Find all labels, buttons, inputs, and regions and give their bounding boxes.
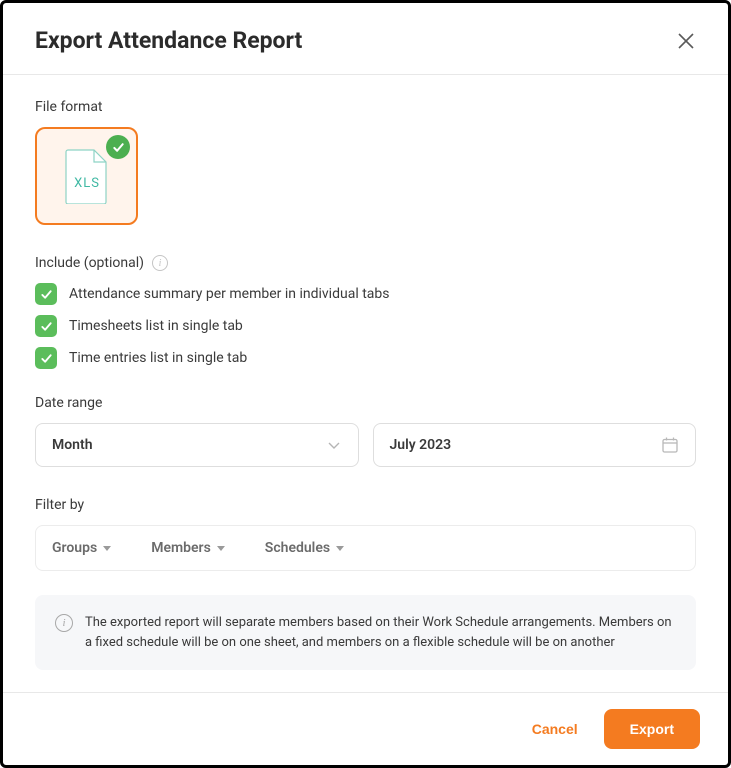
modal-title: Export Attendance Report <box>35 27 302 54</box>
cancel-button[interactable]: Cancel <box>514 711 596 747</box>
include-option-label: Attendance summary per member in individ… <box>69 286 389 302</box>
include-option: Attendance summary per member in individ… <box>35 283 696 305</box>
caret-down-icon <box>103 546 111 551</box>
filter-by-label: Filter by <box>35 497 696 513</box>
filter-groups[interactable]: Groups <box>52 540 111 556</box>
calendar-icon <box>661 436 679 454</box>
checkbox-timesheets[interactable] <box>35 315 57 337</box>
checkbox-time-entries[interactable] <box>35 347 57 369</box>
period-value-picker[interactable]: July 2023 <box>373 423 697 467</box>
export-modal: Export Attendance Report File format XLS <box>0 0 731 768</box>
info-note: i The exported report will separate memb… <box>35 595 696 670</box>
period-type-value: Month <box>52 437 93 453</box>
include-option: Timesheets list in single tab <box>35 315 696 337</box>
modal-footer: Cancel Export <box>3 692 728 765</box>
caret-down-icon <box>336 546 344 551</box>
check-icon <box>40 352 53 365</box>
filter-bar: Groups Members Schedules <box>35 525 696 571</box>
file-format-xls[interactable]: XLS <box>35 127 138 225</box>
period-value: July 2023 <box>390 437 452 453</box>
checkbox-attendance-summary[interactable] <box>35 283 57 305</box>
format-selected-badge <box>106 135 130 159</box>
include-option-label: Time entries list in single tab <box>69 350 247 366</box>
date-range-row: Month July 2023 <box>35 423 696 467</box>
date-range-label: Date range <box>35 395 696 411</box>
check-icon <box>112 141 125 154</box>
close-button[interactable] <box>676 31 696 51</box>
check-icon <box>40 288 53 301</box>
period-type-select[interactable]: Month <box>35 423 359 467</box>
file-format-label: File format <box>35 99 696 115</box>
chevron-down-icon <box>326 437 342 453</box>
info-note-text: The exported report will separate member… <box>85 613 676 652</box>
modal-body: File format XLS Include (optional) i <box>3 75 728 692</box>
include-option-label: Timesheets list in single tab <box>69 318 243 334</box>
caret-down-icon <box>217 546 225 551</box>
check-icon <box>40 320 53 333</box>
modal-header: Export Attendance Report <box>3 3 728 75</box>
info-icon: i <box>55 614 73 632</box>
close-icon <box>677 32 695 50</box>
export-button[interactable]: Export <box>604 709 700 749</box>
filter-schedules[interactable]: Schedules <box>265 540 344 556</box>
info-icon[interactable]: i <box>152 255 168 271</box>
svg-text:XLS: XLS <box>74 176 100 191</box>
xls-file-icon: XLS <box>65 148 109 204</box>
include-options: Attendance summary per member in individ… <box>35 283 696 369</box>
include-label: Include (optional) i <box>35 255 696 271</box>
filter-members[interactable]: Members <box>151 540 225 556</box>
include-option: Time entries list in single tab <box>35 347 696 369</box>
